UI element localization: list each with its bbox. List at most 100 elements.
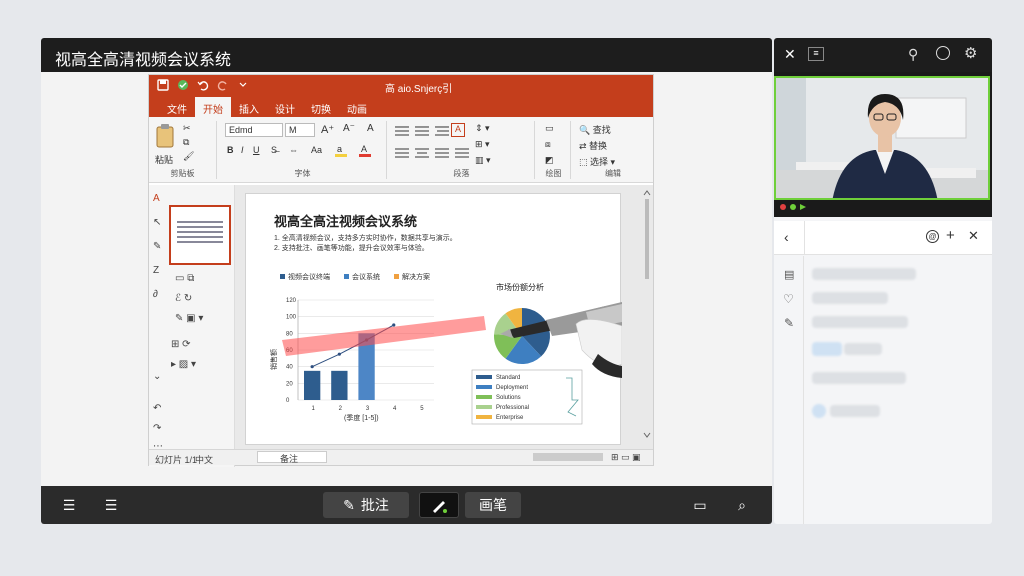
ribbon-tab-1[interactable]: 文件 <box>159 97 195 117</box>
smartart-icon[interactable]: ⊞ ▾ <box>475 139 490 150</box>
ribbon-tab-3[interactable]: 插入 <box>231 97 267 117</box>
bold-button[interactable]: B <box>227 145 234 155</box>
pie-legend-swatch-2 <box>476 385 492 389</box>
replace-button[interactable]: ⇄ 替换 <box>579 139 607 152</box>
pointer-tool-icon[interactable]: ↖ <box>153 217 161 228</box>
font-name-box[interactable]: Edmd <box>225 123 283 137</box>
chart-ylabel: 销售额 <box>269 349 278 370</box>
clear-format-icon[interactable]: A <box>367 123 374 134</box>
add-icon[interactable]: + <box>946 227 955 244</box>
chevron-down-icon[interactable] <box>237 79 249 91</box>
vertical-scrollbar[interactable] <box>643 189 651 439</box>
ribbon-tabs: 文件 开始 插入 设计 切换 动画 <box>149 97 653 117</box>
paste-icon[interactable] <box>155 123 177 149</box>
pie-legend-label-4: Professional <box>496 405 529 411</box>
pen-button[interactable]: 画笔 <box>465 492 521 518</box>
marker-button[interactable] <box>419 492 459 518</box>
font-size-box[interactable]: M <box>285 123 315 137</box>
text-direction-icon[interactable]: A <box>451 123 465 137</box>
video-tile[interactable] <box>774 72 992 217</box>
editing-label: 编辑 <box>605 169 621 178</box>
view-icons[interactable]: ⊞ ▭ ▣ <box>611 452 641 463</box>
sync-icon[interactable] <box>177 79 189 91</box>
slide-thumbnail[interactable] <box>169 205 231 265</box>
brush-icon[interactable]: ✎ ▣ ▾ <box>175 313 203 324</box>
lasso-tool-icon[interactable]: ∂ <box>153 289 158 300</box>
notes-button[interactable]: 备注 <box>257 451 327 464</box>
copy-icon[interactable]: ⧉ <box>183 137 189 148</box>
annotate-button[interactable]: ✎ 批注 <box>323 492 409 518</box>
language-status: 中文 <box>195 455 214 465</box>
chat-side-icons: ▤ ♡ ✎ <box>774 256 804 524</box>
legend-swatch-3 <box>394 274 399 279</box>
ribbon-tab-5[interactable]: 切换 <box>303 97 339 117</box>
arrange-icon[interactable]: ⧈ <box>545 139 551 150</box>
slide-canvas[interactable]: 视高全高注视频会议系统 1. 全高清视频会议，支持多方实时协作，数据共享与演示。… <box>235 185 653 451</box>
font-group: Edmd M A⁺ A⁻ A B I U S̶ ⇔ Aa a A 字体 <box>219 121 387 179</box>
grow-font-icon[interactable]: A⁺ <box>321 123 334 136</box>
list-view-icon[interactable]: ≡ <box>808 47 824 61</box>
search-icon[interactable]: ⌕ <box>729 492 755 518</box>
pen-tool-icon[interactable]: ✎ <box>153 241 161 252</box>
zoom-slider[interactable] <box>533 453 603 461</box>
list-icon[interactable]: ☰ <box>97 492 125 518</box>
shrink-font-icon[interactable]: A⁻ <box>343 123 355 134</box>
chart-xlabel: (季度 [1-5]) <box>344 413 379 422</box>
zoom-tool-icon[interactable]: Z <box>153 265 159 276</box>
char-spacing-icon[interactable]: ⇔ <box>289 145 298 155</box>
close-icon[interactable]: ✕ <box>784 46 796 63</box>
shapes-icon[interactable]: ▭ <box>545 123 554 134</box>
document-icon[interactable]: ▤ <box>784 268 794 281</box>
y-tick-label: 40 <box>286 365 293 371</box>
legend-swatch-1 <box>280 274 285 279</box>
settings-icon[interactable]: ⚙ <box>964 44 977 62</box>
italic-button[interactable]: I <box>241 145 244 155</box>
styles-icon[interactable]: ◩ <box>545 155 554 166</box>
highlight-icon[interactable]: a <box>335 143 347 159</box>
save-icon[interactable] <box>157 79 169 91</box>
redo-icon[interactable] <box>217 79 229 91</box>
layout-icon[interactable]: ▭ ⧉ <box>175 273 194 284</box>
strikethrough-icon[interactable]: S̶ <box>271 145 277 155</box>
y-tick-label: 0 <box>286 398 290 404</box>
user-icon[interactable]: ⚲ <box>908 46 918 63</box>
reset-icon[interactable]: ℰ ↻ <box>175 293 192 304</box>
format-painter-icon[interactable]: 🖌 <box>183 151 194 162</box>
pie-legend-swatch-5 <box>476 415 492 419</box>
paste-label[interactable]: 粘贴 <box>155 153 173 166</box>
at-icon[interactable]: @ <box>926 230 939 243</box>
slide: 视高全高注视频会议系统 1. 全高清视频会议，支持多方实时协作，数据共享与演示。… <box>245 193 623 445</box>
ribbon-tab-6[interactable]: 动画 <box>339 97 375 117</box>
presentation-window[interactable]: 高 aio.Snjerç引 文件 开始 插入 设计 切换 动画 粘贴 ✂ ⧉ 🖌 剪贴板 … <box>148 74 654 467</box>
columns-icon[interactable]: ▥ ▾ <box>475 155 491 166</box>
pattern-icon[interactable]: ▸ ▨ ▾ <box>171 359 196 370</box>
font-color-icon[interactable]: A <box>359 143 371 159</box>
pie-legend-swatch-1 <box>476 375 492 379</box>
text-tool-icon[interactable]: A <box>153 193 160 204</box>
menu-icon[interactable]: ☰ <box>55 492 83 518</box>
table-icon[interactable]: ⊞ ⟳ <box>171 339 191 350</box>
undo-tool-icon[interactable]: ↶ <box>153 403 161 414</box>
close-chat-icon[interactable]: ✕ <box>968 228 979 244</box>
heart-icon[interactable]: ♡ <box>783 292 794 306</box>
cut-icon[interactable]: ✂ <box>183 123 191 134</box>
chart-legend: 视频会议终端 会议系统 解决方案 <box>280 272 430 281</box>
svg-text:a: a <box>337 144 342 154</box>
edit-icon[interactable]: ✎ <box>784 316 794 330</box>
select-button[interactable]: ⬚ 选择 ▾ <box>579 155 615 168</box>
change-case-icon[interactable]: Aa <box>311 145 322 155</box>
y-tick-label: 20 <box>286 381 293 387</box>
back-icon[interactable]: ‹ <box>784 229 789 245</box>
ribbon-tab-2[interactable]: 开始 <box>195 97 231 117</box>
undo-icon[interactable] <box>197 79 209 91</box>
ribbon-tab-4[interactable]: 设计 <box>267 97 303 117</box>
arrow-tool-icon[interactable]: ⌄ <box>153 371 161 382</box>
svg-text:A: A <box>361 144 367 154</box>
record-icon[interactable] <box>936 46 950 60</box>
underline-button[interactable]: U <box>253 145 260 155</box>
align-text-icon[interactable]: ⇕ ▾ <box>475 123 490 134</box>
bar <box>304 370 321 400</box>
find-button[interactable]: 🔍 查找 <box>579 123 611 136</box>
screen-share-icon[interactable]: ▭ <box>687 492 713 518</box>
redo-tool-icon[interactable]: ↷ <box>153 423 161 434</box>
